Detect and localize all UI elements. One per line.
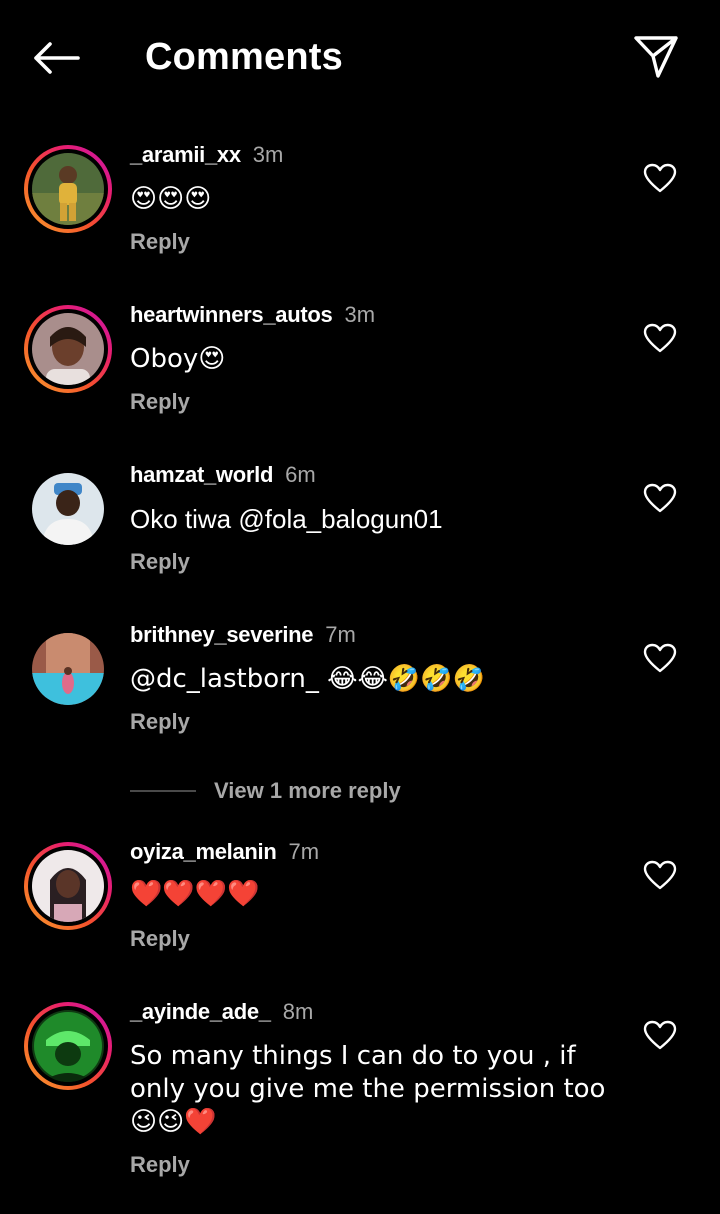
heart-icon <box>643 323 677 353</box>
reply-button[interactable]: Reply <box>130 229 190 255</box>
heart-icon <box>643 483 677 513</box>
like-button[interactable] <box>640 855 680 895</box>
comment-text: ❤️❤️❤️❤️ <box>130 879 260 909</box>
comment-username[interactable]: _ayinde_ade_ <box>130 999 271 1024</box>
avatar[interactable] <box>24 145 112 233</box>
share-button[interactable] <box>626 28 686 86</box>
comment-username[interactable]: heartwinners_autos <box>130 302 333 327</box>
comment-text: @dc_lastborn_ 😂😂🤣🤣🤣 <box>130 664 485 694</box>
like-button[interactable] <box>640 318 680 358</box>
comment-time: 3m <box>252 142 284 167</box>
like-button[interactable] <box>640 158 680 198</box>
heart-icon <box>643 1020 677 1050</box>
heart-icon <box>643 860 677 890</box>
comment-username[interactable]: _aramii_xx <box>130 142 241 167</box>
comment-username[interactable]: brithney_severine <box>130 622 314 647</box>
comment-meta: heartwinners_autos 3m <box>130 302 375 328</box>
comment-text: 😍😍😍 <box>130 184 212 214</box>
arrow-left-icon <box>34 42 80 74</box>
reply-button[interactable]: Reply <box>130 549 190 575</box>
comment-meta: _ayinde_ade_ 8m <box>130 999 313 1025</box>
avatar[interactable] <box>24 625 112 713</box>
comment-username[interactable]: hamzat_world <box>130 462 273 487</box>
reply-button[interactable]: Reply <box>130 389 190 415</box>
comment-meta: brithney_severine 7m <box>130 622 356 648</box>
comment-meta: oyiza_melanin 7m <box>130 839 319 865</box>
comment-meta: hamzat_world 6m <box>130 462 316 488</box>
view-more-replies-button[interactable]: View 1 more reply <box>130 776 401 806</box>
comment-text: Oboy😍 <box>130 344 226 374</box>
reply-button[interactable]: Reply <box>130 709 190 735</box>
comment-text: Oko tiwa @fola_balogun01 <box>130 504 443 534</box>
heart-icon <box>643 163 677 193</box>
heart-icon <box>643 643 677 673</box>
header: Comments <box>0 0 720 115</box>
like-button[interactable] <box>640 1015 680 1055</box>
avatar[interactable] <box>24 305 112 393</box>
page-title: Comments <box>145 36 343 78</box>
back-button[interactable] <box>26 30 86 86</box>
comment-time: 8m <box>282 999 314 1024</box>
comment-time: 3m <box>344 302 376 327</box>
comment-time: 7m <box>325 622 356 647</box>
comment-username[interactable]: oyiza_melanin <box>130 839 277 864</box>
like-button[interactable] <box>640 478 680 518</box>
reply-thread-line <box>130 790 196 792</box>
reply-button[interactable]: Reply <box>130 926 190 952</box>
view-more-replies-label: View 1 more reply <box>214 778 401 803</box>
reply-button[interactable]: Reply <box>130 1152 190 1178</box>
like-button[interactable] <box>640 638 680 678</box>
comment-text: So many things I can do to you , if only… <box>130 1041 606 1137</box>
avatar[interactable] <box>24 1002 112 1090</box>
avatar[interactable] <box>24 842 112 930</box>
comment-time: 7m <box>288 839 320 864</box>
comment-meta: _aramii_xx 3m <box>130 142 283 168</box>
avatar[interactable] <box>24 465 112 553</box>
comment-time: 6m <box>285 462 316 487</box>
send-icon <box>634 36 678 78</box>
